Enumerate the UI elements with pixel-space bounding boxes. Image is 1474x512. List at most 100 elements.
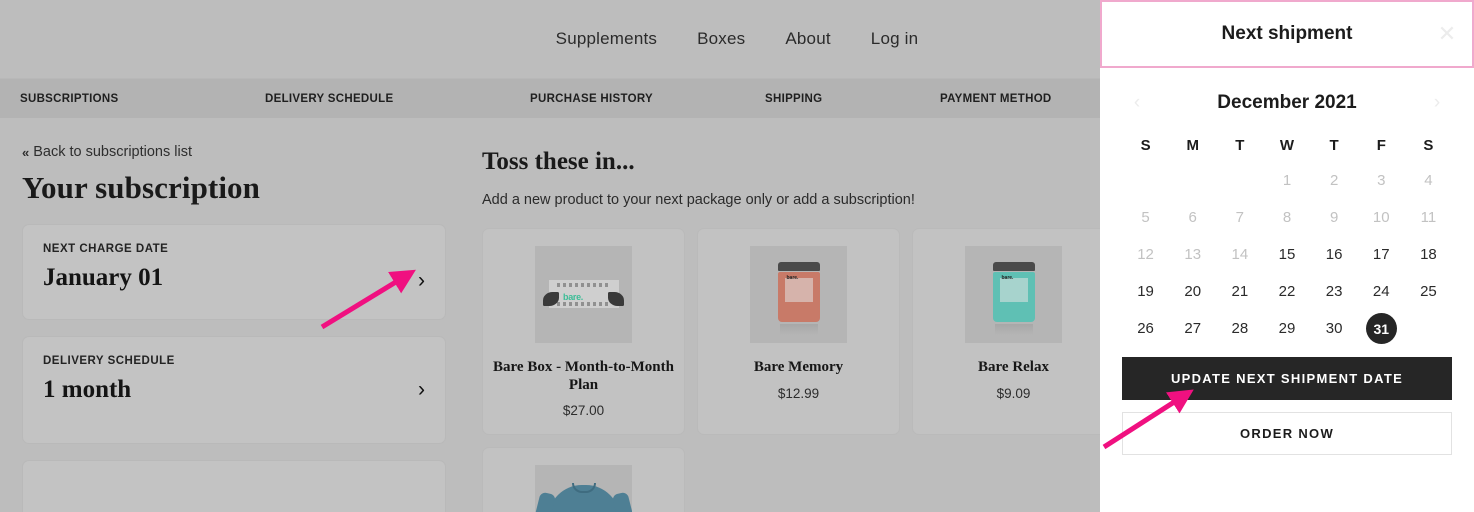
order-now-button[interactable]: ORDER NOW: [1122, 412, 1452, 455]
calendar-day-label: 2: [1329, 172, 1339, 189]
calendar-day-13: 13: [1169, 236, 1216, 273]
close-icon[interactable]: ✕: [1434, 21, 1460, 47]
chevron-right-icon[interactable]: ›: [1422, 88, 1452, 118]
next-charge-date-card[interactable]: NEXT CHARGE DATE January 01 ›: [22, 224, 446, 320]
chevron-left-icon[interactable]: ‹: [1122, 88, 1152, 118]
calendar-day-label: 30: [1325, 320, 1343, 337]
drawer-actions: UPDATE NEXT SHIPMENT DATE ORDER NOW: [1100, 347, 1474, 455]
calendar-day-label: 19: [1137, 283, 1154, 300]
calendar-month-label: December 2021: [1217, 92, 1357, 113]
calendar-day-label: 5: [1141, 209, 1150, 226]
double-chevron-left-icon: «: [22, 144, 29, 160]
calendar-day-label: 20: [1184, 283, 1202, 300]
delivery-schedule-label: DELIVERY SCHEDULE: [43, 355, 175, 367]
calendar-day-label: 1: [1282, 172, 1292, 189]
calendar-day-28[interactable]: 28: [1216, 310, 1263, 347]
calendar-day-label: 26: [1137, 320, 1154, 337]
nav-link-boxes[interactable]: Boxes: [697, 29, 745, 49]
supplement-jar-artwork: bare.: [992, 262, 1035, 335]
calendar-day-11: 11: [1405, 199, 1452, 236]
tab-subscriptions[interactable]: SUBSCRIPTIONS: [20, 93, 265, 105]
product-price: $12.99: [777, 385, 820, 401]
chevron-right-icon[interactable]: ›: [418, 378, 425, 402]
nav-link-login[interactable]: Log in: [871, 29, 919, 49]
date-picker-calendar: ‹ December 2021 › S M T W T F S 1 2 3 4 5 6 7 8 9 10 11 12…: [1100, 68, 1474, 347]
calendar-day-label: 25: [1420, 283, 1437, 300]
product-card-row2-apparel[interactable]: [482, 447, 685, 512]
calendar-weekday-5: F: [1376, 136, 1386, 154]
calendar-day-26[interactable]: 26: [1122, 310, 1169, 347]
calendar-grid: S M T W T F S 1 2 3 4 5 6 7 8 9 10 11 12 13 14 15 16 17 18 19 20 21…: [1122, 128, 1452, 347]
calendar-day-23[interactable]: 23: [1311, 273, 1358, 310]
chevron-right-icon[interactable]: ›: [418, 269, 425, 293]
tab-shipping[interactable]: SHIPPING: [765, 93, 940, 105]
calendar-day-label: 14: [1231, 246, 1249, 263]
back-link-label: Back to subscriptions list: [33, 144, 192, 160]
calendar-day-label: 17: [1372, 246, 1390, 263]
calendar-day-label: 7: [1235, 209, 1245, 226]
drawer-header: Next shipment ✕: [1100, 0, 1474, 68]
calendar-day-label: 28: [1231, 320, 1249, 337]
calendar-weekday-2: T: [1235, 136, 1245, 154]
calendar-day-17[interactable]: 17: [1358, 236, 1405, 273]
calendar-day-label: 3: [1377, 172, 1386, 189]
product-image: bare.: [535, 246, 632, 343]
back-to-subscriptions-link[interactable]: « Back to subscriptions list: [22, 144, 446, 160]
subscription-sidebar: « Back to subscriptions list Your subscr…: [0, 118, 470, 512]
calendar-day-label: 15: [1278, 246, 1296, 263]
nav-link-about[interactable]: About: [785, 29, 830, 49]
third-subscription-card[interactable]: [22, 460, 446, 512]
calendar-day-label: 13: [1184, 246, 1202, 263]
calendar-day-label: 24: [1372, 283, 1390, 300]
calendar-day-label: 11: [1420, 209, 1437, 226]
calendar-header: ‹ December 2021 ›: [1122, 84, 1452, 122]
calendar-day-12: 12: [1122, 236, 1169, 273]
calendar-day-1: 1: [1263, 162, 1310, 199]
product-card-bare-box[interactable]: bare. Bare Box - Month-to-Month Plan $27…: [482, 228, 685, 436]
calendar-day-label: 27: [1184, 320, 1202, 337]
calendar-day-label: 22: [1278, 283, 1296, 300]
calendar-day-31[interactable]: 31: [1358, 310, 1405, 347]
update-next-shipment-date-button[interactable]: UPDATE NEXT SHIPMENT DATE: [1122, 357, 1452, 400]
product-card-bare-memory[interactable]: bare. Bare Memory $12.99: [697, 228, 900, 436]
calendar-day-label: 18: [1420, 246, 1437, 263]
calendar-day-25[interactable]: 25: [1405, 273, 1452, 310]
tab-purchase-history[interactable]: PURCHASE HISTORY: [530, 93, 765, 105]
sweatshirt-artwork: [547, 483, 620, 512]
calendar-day-18[interactable]: 18: [1405, 236, 1452, 273]
calendar-day-16[interactable]: 16: [1311, 236, 1358, 273]
calendar-day-8: 8: [1263, 199, 1310, 236]
calendar-day-21[interactable]: 21: [1216, 273, 1263, 310]
calendar-day-19[interactable]: 19: [1122, 273, 1169, 310]
calendar-day-30[interactable]: 30: [1311, 310, 1358, 347]
calendar-day-3: 3: [1358, 162, 1405, 199]
calendar-day-label: 9: [1329, 209, 1339, 226]
delivery-schedule-value: 1 month: [43, 376, 132, 403]
calendar-day-label: 21: [1231, 283, 1249, 300]
calendar-day-label: 12: [1137, 246, 1154, 263]
leaf-decoration-icon: [608, 292, 624, 306]
calendar-day-27[interactable]: 27: [1169, 310, 1216, 347]
product-card-bare-relax[interactable]: bare. Bare Relax $9.09: [912, 228, 1115, 436]
next-charge-date-value: January 01: [43, 264, 164, 291]
calendar-day-6: 6: [1169, 199, 1216, 236]
calendar-day-label: 16: [1325, 246, 1343, 263]
calendar-day-20[interactable]: 20: [1169, 273, 1216, 310]
nav-link-supplements[interactable]: Supplements: [556, 29, 657, 49]
calendar-day-label: 23: [1325, 283, 1343, 300]
product-name: Bare Box - Month-to-Month Plan: [493, 359, 674, 393]
calendar-day-label: 6: [1188, 209, 1197, 226]
next-charge-date-label: NEXT CHARGE DATE: [43, 243, 169, 255]
calendar-day-15[interactable]: 15: [1263, 236, 1310, 273]
tab-delivery-schedule[interactable]: DELIVERY SCHEDULE: [265, 93, 530, 105]
calendar-day-label: 31: [1365, 313, 1397, 344]
calendar-day-2: 2: [1311, 162, 1358, 199]
calendar-day-24[interactable]: 24: [1358, 273, 1405, 310]
product-image: bare.: [750, 246, 847, 343]
supplement-jar-artwork: bare.: [777, 262, 820, 335]
calendar-blank-cell: [1169, 162, 1216, 199]
delivery-schedule-card[interactable]: DELIVERY SCHEDULE 1 month ›: [22, 336, 446, 444]
calendar-day-29[interactable]: 29: [1263, 310, 1310, 347]
calendar-day-22[interactable]: 22: [1263, 273, 1310, 310]
calendar-weekday-6: S: [1423, 136, 1434, 154]
